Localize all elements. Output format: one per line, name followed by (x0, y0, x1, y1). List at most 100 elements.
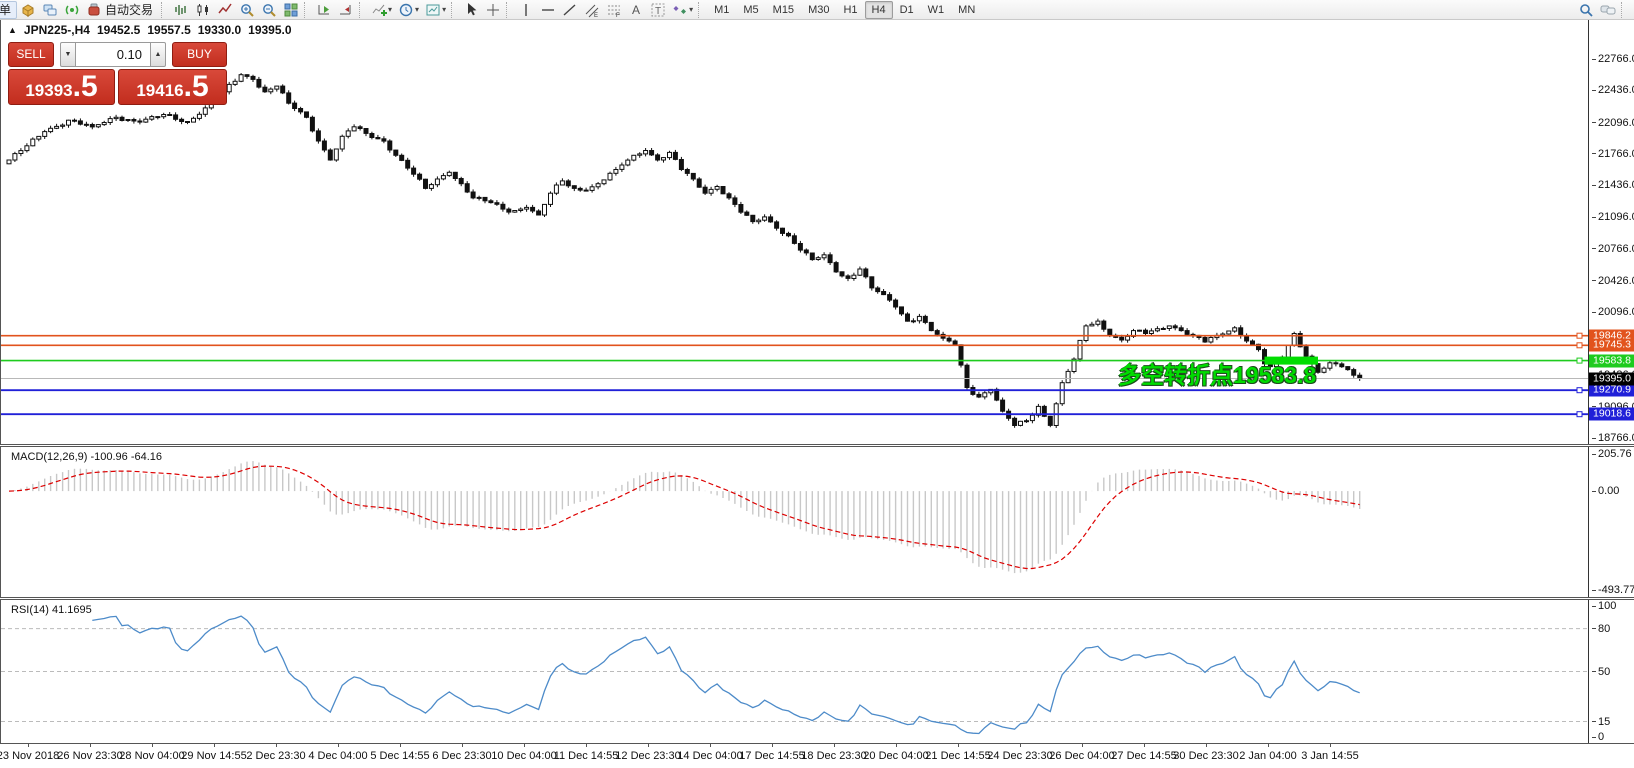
timeframe-h4-button[interactable]: H4 (865, 1, 893, 19)
time-tick (214, 744, 215, 747)
time-tick (1020, 744, 1021, 747)
textA-icon: A (628, 2, 644, 18)
timeframe-m15-button[interactable]: M15 (766, 1, 801, 19)
rsi-tick-label: 100 (1592, 600, 1616, 612)
time-tick (958, 744, 959, 747)
price-tick-label: 21436.0 (1592, 179, 1634, 191)
hline-price-label: 19018.6 (1589, 408, 1634, 421)
volume-input[interactable] (76, 42, 150, 67)
channel-tool[interactable]: E (581, 1, 603, 19)
chart-shift-icon[interactable] (335, 1, 357, 19)
trendline-tool[interactable] (559, 1, 581, 19)
search-icon[interactable] (1575, 1, 1597, 19)
periods-button[interactable]: ▾ (395, 1, 422, 19)
zoom-out-icon[interactable] (258, 1, 280, 19)
toolbar-separator (506, 2, 513, 18)
time-tick-label: 4 Dec 04:00 (308, 750, 367, 762)
arrows-tool[interactable]: ▾ (669, 1, 696, 19)
collapse-chart-icon[interactable]: ▲ (8, 25, 17, 35)
label-tool[interactable]: T (647, 1, 669, 19)
price-tick-label: 22096.0 (1592, 117, 1634, 129)
candlestick-canvas[interactable] (1, 20, 1588, 444)
close-value: 19395.0 (248, 23, 291, 37)
bar-chart-icon[interactable] (170, 1, 192, 19)
rsi-tick-label: 50 (1592, 666, 1610, 678)
price-tick-label: 20766.0 (1592, 243, 1634, 255)
timeframe-mn-button[interactable]: MN (951, 1, 982, 19)
signals-icon[interactable] (61, 1, 83, 19)
rsi-axis[interactable]: 1008050150 (1588, 600, 1634, 743)
templates-button[interactable]: ▾ (422, 1, 449, 19)
macd-canvas[interactable] (1, 447, 1588, 597)
timeframe-m30-button[interactable]: M30 (801, 1, 836, 19)
rsi-canvas[interactable] (1, 600, 1588, 743)
linechart-icon (217, 2, 233, 18)
mql5-community-icon[interactable] (39, 1, 61, 19)
svg-text:F: F (616, 13, 620, 18)
time-axis[interactable]: 23 Nov 201826 Nov 23:3028 Nov 04:0029 No… (0, 743, 1634, 768)
fibo-icon: F (606, 2, 622, 18)
high-value: 19557.5 (147, 23, 190, 37)
sell-price-display[interactable]: 19393 .5 (8, 69, 115, 105)
macd-label: MACD(12,26,9) -100.96 -64.16 (11, 451, 162, 463)
time-tick (648, 744, 649, 747)
time-tick-label: 3 Jan 14:55 (1301, 750, 1359, 762)
new-order-button[interactable]: 单 (0, 1, 17, 19)
toolbar-separator (451, 2, 458, 18)
price-tick-label: 21096.0 (1592, 211, 1634, 223)
time-tick-label: 28 Nov 04:00 (119, 750, 184, 762)
hline-tool[interactable] (537, 1, 559, 19)
timeframe-h1-button[interactable]: H1 (836, 1, 864, 19)
time-tick-label: 20 Dec 04:00 (863, 750, 928, 762)
chevron-down-icon: ▾ (415, 5, 419, 14)
volume-decrease-button[interactable]: ▼ (60, 42, 76, 67)
auto-scroll-icon[interactable] (313, 1, 335, 19)
price-axis[interactable]: 22766.022436.022096.021766.021436.021096… (1588, 20, 1634, 444)
time-tick-label: 24 Dec 23:30 (987, 750, 1052, 762)
candlestick-chart-icon[interactable] (192, 1, 214, 19)
indicators-button[interactable]: ▾ (368, 1, 395, 19)
chat-icon[interactable] (1597, 1, 1619, 19)
template-icon (425, 2, 441, 18)
cursor-icon (463, 2, 479, 18)
hline-icon (540, 2, 556, 18)
zoom-in-icon[interactable] (236, 1, 258, 19)
rsi-pane[interactable]: RSI(14) 41.1695 (0, 600, 1588, 743)
macd-axis[interactable]: 205.760.00-493.77 (1588, 447, 1634, 597)
timeframe-m5-button[interactable]: M5 (736, 1, 765, 19)
timeframe-m1-button[interactable]: M1 (707, 1, 736, 19)
trendline-icon (562, 2, 578, 18)
macd-pane[interactable]: MACD(12,26,9) -100.96 -64.16 (0, 447, 1588, 597)
main-chart-pane[interactable] (0, 20, 1588, 444)
low-value: 19330.0 (198, 23, 241, 37)
tile-windows-icon[interactable] (280, 1, 302, 19)
time-tick-label: 11 Dec 14:55 (554, 750, 619, 762)
fibonacci-tool[interactable]: F (603, 1, 625, 19)
line-chart-icon[interactable] (214, 1, 236, 19)
labelT-icon: T (650, 2, 666, 18)
buy-price-display[interactable]: 19416 .5 (118, 69, 227, 105)
text-tool[interactable]: A (625, 1, 647, 19)
market-watch-icon[interactable] (17, 1, 39, 19)
vline-tool[interactable] (515, 1, 537, 19)
time-tick (462, 744, 463, 747)
cursor-tool[interactable] (460, 1, 482, 19)
crosshair-tool[interactable] (482, 1, 504, 19)
svg-text:A: A (632, 3, 640, 17)
rsi-tick-label: 80 (1592, 623, 1610, 635)
volume-increase-button[interactable]: ▲ (150, 42, 166, 67)
autotrading-button[interactable]: 自动交易 (83, 1, 159, 19)
time-tick-label: 29 Nov 14:55 (181, 750, 246, 762)
timeframe-w1-button[interactable]: W1 (921, 1, 952, 19)
price-tick-label: 21766.0 (1592, 148, 1634, 160)
timeframe-d1-button[interactable]: D1 (893, 1, 921, 19)
time-tick (152, 744, 153, 747)
search-glyph (1578, 2, 1594, 18)
time-tick-label: 18 Dec 23:30 (801, 750, 866, 762)
buy-button[interactable]: BUY (172, 42, 227, 67)
time-tick (772, 744, 773, 747)
autoscroll-icon (316, 2, 332, 18)
channel-icon: E (584, 2, 600, 18)
sell-button[interactable]: SELL (8, 42, 54, 67)
time-tick (28, 744, 29, 747)
